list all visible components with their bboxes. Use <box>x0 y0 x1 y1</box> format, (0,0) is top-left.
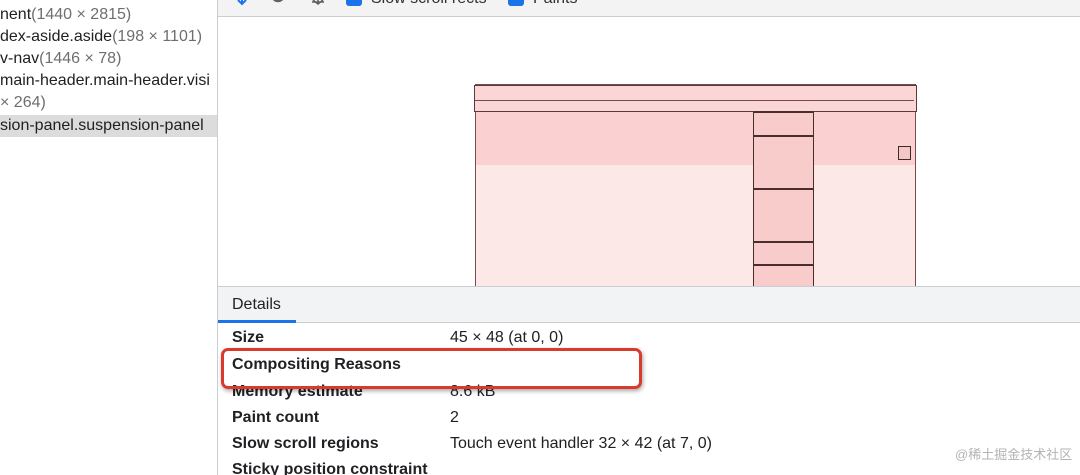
tree-row-name: v-nav <box>0 50 40 67</box>
tree-row[interactable]: nent(1440 × 2815) <box>0 4 217 26</box>
tree-row[interactable]: v-nav(1446 × 78) <box>0 48 217 70</box>
tree-row-selected[interactable]: sion-panel.suspension-panel <box>0 115 217 137</box>
tree-row-name: nent <box>0 6 32 23</box>
layer-small-box[interactable] <box>898 146 911 160</box>
reset-transform-icon[interactable] <box>308 0 328 6</box>
property-row: Slow scroll regions Touch event handler … <box>232 431 1072 457</box>
annotation-highlight-box <box>221 348 642 389</box>
property-row: Paint count 2 <box>232 405 1072 431</box>
column-cell <box>754 111 813 113</box>
column-cell <box>754 135 813 137</box>
layer-suspension-panel[interactable] <box>753 111 814 286</box>
layers-toolbar: Slow scroll rects Paints <box>218 0 1080 17</box>
column-cell <box>754 264 813 266</box>
paints-checkbox[interactable] <box>508 0 524 6</box>
layer-header-line <box>475 100 914 101</box>
details-tabbar: Details <box>218 286 1080 323</box>
column-cell <box>754 241 813 243</box>
tab-details[interactable]: Details <box>218 287 296 324</box>
rotate-mode-icon[interactable] <box>268 0 288 6</box>
tree-row-dims: (198 × 1101) <box>112 28 203 45</box>
tree-row-dims: × 264) <box>0 94 46 111</box>
tree-row-name: main-header.main-header.visi <box>0 72 210 89</box>
layer-tree: nent(1440 × 2815) dex-aside.aside(198 × … <box>0 0 217 475</box>
property-key: Paint count <box>232 409 320 426</box>
layer-document[interactable] <box>474 84 917 286</box>
tree-row-name: sion-panel.suspension-panel <box>0 117 204 134</box>
watermark: @稀土掘金技术社区 <box>955 447 1073 462</box>
tree-row[interactable]: × 264) <box>0 92 217 114</box>
slow-scroll-checkbox[interactable] <box>346 0 362 6</box>
tree-row-dims: (1446 × 78) <box>39 50 122 67</box>
layer-main-header[interactable] <box>474 85 917 112</box>
tree-row-dims: (1440 × 2815) <box>31 6 132 23</box>
column-cell <box>754 188 813 190</box>
property-key: Sticky position constraint <box>232 461 428 475</box>
pan-mode-icon[interactable] <box>232 0 252 6</box>
tree-row[interactable]: main-header.main-header.visi <box>0 70 217 92</box>
property-value: Touch event handler 32 × 42 (at 7, 0) <box>450 435 712 452</box>
layers-3d-canvas[interactable] <box>218 18 1080 286</box>
property-row: Sticky position constraint <box>232 457 1072 475</box>
slow-scroll-label: Slow scroll rects <box>371 0 487 9</box>
tree-row-name: dex-aside.aside <box>0 28 113 45</box>
property-key: Slow scroll regions <box>232 435 379 452</box>
paints-label: Paints <box>533 0 577 9</box>
tab-active-indicator <box>218 320 296 323</box>
property-value: 2 <box>450 409 459 426</box>
tree-row[interactable]: dex-aside.aside(198 × 1101) <box>0 26 217 48</box>
